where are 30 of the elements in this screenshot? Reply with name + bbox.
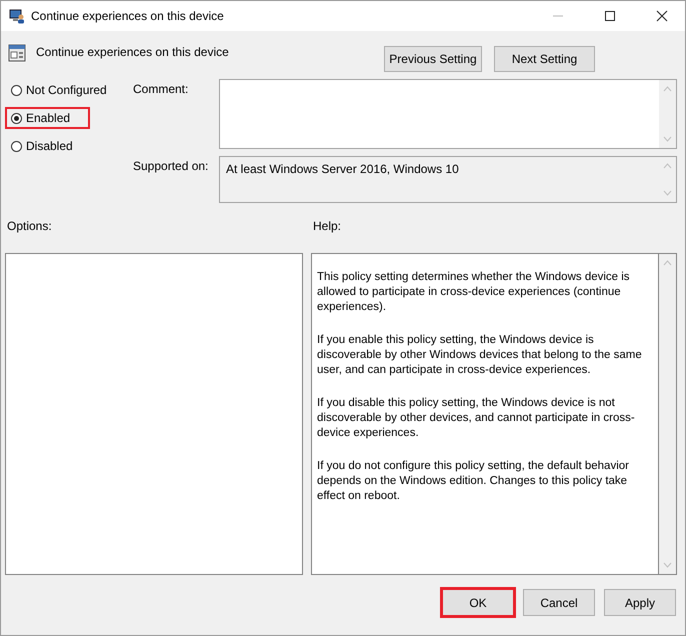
comment-field[interactable] <box>219 79 677 149</box>
scroll-down-icon <box>663 562 672 568</box>
nav-button[interactable]: Next Setting <box>494 46 595 72</box>
scroll-down-icon <box>663 190 672 196</box>
nav-button[interactable]: Previous Setting <box>384 46 482 72</box>
options-label: Options: <box>6 219 53 235</box>
maximize-icon[interactable] <box>604 10 616 22</box>
computer-user-icon <box>9 8 25 24</box>
supported-on-label: Supported on: <box>132 158 210 175</box>
scroll-up-icon <box>663 86 672 92</box>
policy-setting-icon <box>8 44 26 62</box>
dialog-button[interactable]: Apply <box>604 589 676 616</box>
setting-title: Continue experiences on this device <box>36 45 229 59</box>
window-title: Continue experiences on this device <box>31 9 224 23</box>
close-icon[interactable] <box>656 10 668 22</box>
radio-option[interactable]: Enabled <box>5 107 90 129</box>
scroll-down-icon <box>663 136 672 142</box>
dialog-button[interactable]: OK <box>442 589 514 616</box>
scroll-up-icon <box>663 163 672 169</box>
radio-option[interactable]: Disabled <box>5 135 93 157</box>
help-label: Help: <box>313 219 342 235</box>
help-paragraph: If you disable this policy setting, the Windows device is not discoverable by other devices, and cannot participate in cross-device experiences. <box>317 396 636 441</box>
help-paragraph: If you enable this policy setting, the Windows device is discoverable by other Windows devices that belong to the same user, and can participate in cross-device experiences. <box>317 333 643 378</box>
help-paragraph: If you do not configure this policy setting, the default behavior depends on the Windows edition. Changes to this policy take effect on reboot. <box>317 459 630 504</box>
scroll-up-icon <box>663 260 672 266</box>
supported-on-text: At least Windows Server 2016, Windows 10 <box>225 161 460 178</box>
radio-option[interactable]: Not Configured <box>5 79 127 101</box>
help-paragraph: This policy setting determines whether the Windows device is allowed to participate in cross-device experiences (continue experiences). <box>317 270 631 315</box>
comment-label: Comment: <box>132 81 190 98</box>
dialog-button[interactable]: Cancel <box>523 589 595 616</box>
